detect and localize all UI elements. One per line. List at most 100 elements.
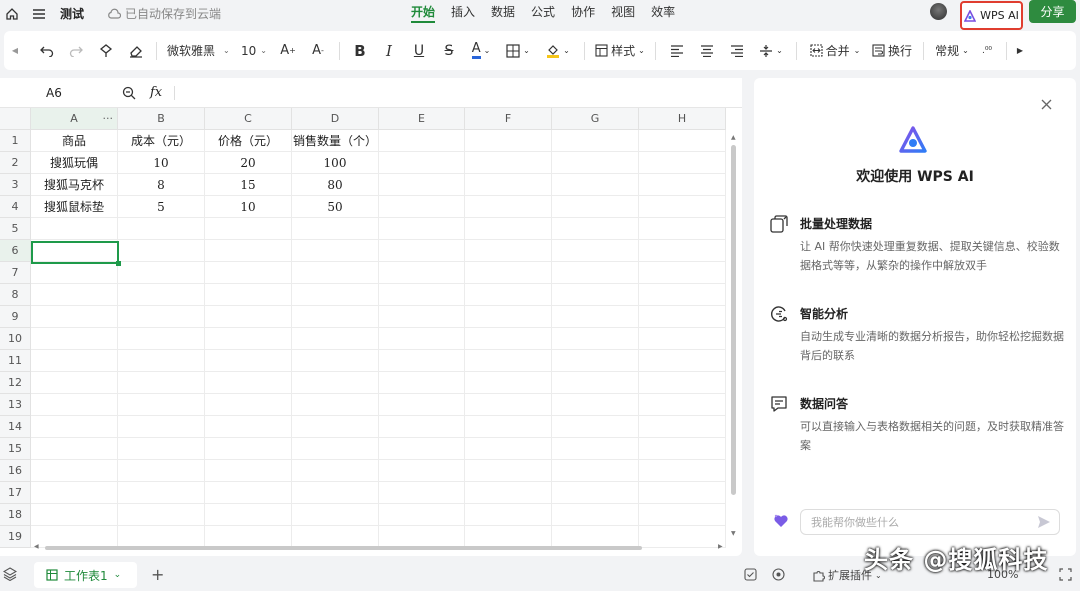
cell-A1[interactable]: 商品 xyxy=(31,130,118,152)
align-right-icon[interactable] xyxy=(722,37,752,65)
cell-F18[interactable] xyxy=(465,504,552,526)
font-size-select[interactable]: 10 ⌄ xyxy=(235,37,273,65)
cell-B16[interactable] xyxy=(118,460,205,482)
cell-D17[interactable] xyxy=(292,482,379,504)
increase-font-icon[interactable]: A + xyxy=(273,37,303,65)
avatar[interactable] xyxy=(930,3,947,20)
underline-icon[interactable]: U xyxy=(404,37,434,65)
row-header-1[interactable]: 1 xyxy=(0,130,31,152)
cell-E8[interactable] xyxy=(379,284,465,306)
cell-F6[interactable] xyxy=(465,240,552,262)
cell-B5[interactable] xyxy=(118,218,205,240)
decimal-icon[interactable]: .⁰⁰ xyxy=(974,37,1000,65)
cell-D10[interactable] xyxy=(292,328,379,350)
cell-H19[interactable] xyxy=(639,526,726,548)
font-color-icon[interactable]: A ⌄ xyxy=(464,37,498,65)
cell-A4[interactable]: 搜狐鼠标垫 xyxy=(31,196,118,218)
cell-C8[interactable] xyxy=(205,284,292,306)
column-header-F[interactable]: F xyxy=(465,108,552,130)
row-header-6[interactable]: 6 xyxy=(0,240,31,262)
undo-icon[interactable] xyxy=(32,37,62,65)
eraser-icon[interactable] xyxy=(122,37,150,65)
scroll-up-icon[interactable]: ▲ xyxy=(731,134,736,141)
close-icon[interactable] xyxy=(1041,99,1052,110)
cell-C5[interactable] xyxy=(205,218,292,240)
layers-icon[interactable] xyxy=(3,567,17,581)
cell-H7[interactable] xyxy=(639,262,726,284)
cell-G8[interactable] xyxy=(552,284,639,306)
cell-C13[interactable] xyxy=(205,394,292,416)
cell-A10[interactable] xyxy=(31,328,118,350)
cell-B1[interactable]: 成本（元） xyxy=(118,130,205,152)
cell-A8[interactable] xyxy=(31,284,118,306)
format-painter-icon[interactable] xyxy=(90,37,122,65)
cell-B3[interactable]: 8 xyxy=(118,174,205,196)
column-header-G[interactable]: G xyxy=(552,108,639,130)
cell-G3[interactable] xyxy=(552,174,639,196)
formula-input[interactable] xyxy=(175,82,742,104)
row-header-16[interactable]: 16 xyxy=(0,460,31,482)
doc-title[interactable]: 测试 xyxy=(60,5,84,22)
cell-C15[interactable] xyxy=(205,438,292,460)
cell-A2[interactable]: 搜狐玩偶 xyxy=(31,152,118,174)
cell-reference[interactable]: A6 xyxy=(0,86,108,100)
cell-A16[interactable] xyxy=(31,460,118,482)
row-header-17[interactable]: 17 xyxy=(0,482,31,504)
cell-A3[interactable]: 搜狐马克杯 xyxy=(31,174,118,196)
cell-C10[interactable] xyxy=(205,328,292,350)
cell-E11[interactable] xyxy=(379,350,465,372)
cell-B6[interactable] xyxy=(118,240,205,262)
cell-E19[interactable] xyxy=(379,526,465,548)
zoom-search-icon[interactable] xyxy=(122,86,136,100)
cell-D7[interactable] xyxy=(292,262,379,284)
vertical-scrollbar[interactable] xyxy=(731,145,736,495)
cell-E12[interactable] xyxy=(379,372,465,394)
column-header-B[interactable]: B xyxy=(118,108,205,130)
cell-E10[interactable] xyxy=(379,328,465,350)
cell-C3[interactable]: 15 xyxy=(205,174,292,196)
fullscreen-icon[interactable] xyxy=(1059,568,1072,581)
cell-D16[interactable] xyxy=(292,460,379,482)
row-header-19[interactable]: 19 xyxy=(0,526,31,548)
row-header-4[interactable]: 4 xyxy=(0,196,31,218)
cell-D19[interactable] xyxy=(292,526,379,548)
cell-C4[interactable]: 10 xyxy=(205,196,292,218)
cell-C18[interactable] xyxy=(205,504,292,526)
row-header-12[interactable]: 12 xyxy=(0,372,31,394)
cell-G18[interactable] xyxy=(552,504,639,526)
cell-G15[interactable] xyxy=(552,438,639,460)
column-header-A[interactable]: A ··· xyxy=(31,108,118,130)
row-header-11[interactable]: 11 xyxy=(0,350,31,372)
cell-A7[interactable] xyxy=(31,262,118,284)
cell-F3[interactable] xyxy=(465,174,552,196)
cell-E2[interactable] xyxy=(379,152,465,174)
cell-H18[interactable] xyxy=(639,504,726,526)
scroll-left-icon[interactable]: ◀ xyxy=(34,543,39,550)
cell-H10[interactable] xyxy=(639,328,726,350)
cell-E9[interactable] xyxy=(379,306,465,328)
cell-H12[interactable] xyxy=(639,372,726,394)
add-sheet-icon[interactable]: + xyxy=(151,565,164,584)
cell-C12[interactable] xyxy=(205,372,292,394)
cell-G13[interactable] xyxy=(552,394,639,416)
cell-C17[interactable] xyxy=(205,482,292,504)
cell-A19[interactable] xyxy=(31,526,118,548)
tab-insert[interactable]: 插入 xyxy=(443,0,483,24)
cell-F19[interactable] xyxy=(465,526,552,548)
cell-G2[interactable] xyxy=(552,152,639,174)
vertical-align-icon[interactable]: ⌄ xyxy=(752,37,790,65)
cell-D18[interactable] xyxy=(292,504,379,526)
row-header-14[interactable]: 14 xyxy=(0,416,31,438)
cell-H11[interactable] xyxy=(639,350,726,372)
redo-icon[interactable] xyxy=(62,37,90,65)
row-header-9[interactable]: 9 xyxy=(0,306,31,328)
scroll-right-icon[interactable]: ▶ xyxy=(718,543,723,550)
sheet-tab-1[interactable]: 工作表1 ⌄ xyxy=(34,562,137,588)
row-header-13[interactable]: 13 xyxy=(0,394,31,416)
row-header-3[interactable]: 3 xyxy=(0,174,31,196)
cell-G1[interactable] xyxy=(552,130,639,152)
cell-B19[interactable] xyxy=(118,526,205,548)
cell-B13[interactable] xyxy=(118,394,205,416)
ai-prompt-input[interactable]: 我能帮你做些什么 xyxy=(800,509,1060,535)
cell-G11[interactable] xyxy=(552,350,639,372)
